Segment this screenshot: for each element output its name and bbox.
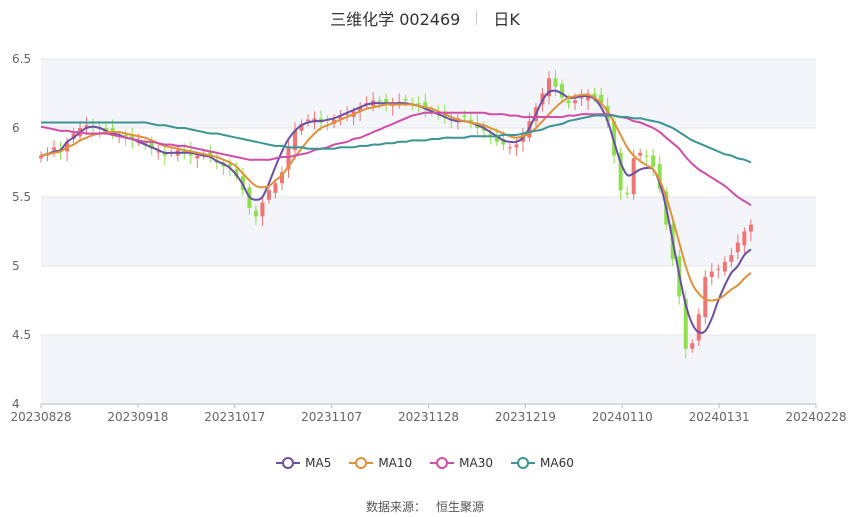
candle-body bbox=[748, 224, 753, 232]
candle-body bbox=[260, 202, 265, 217]
legend-item-ma30[interactable]: MA30 bbox=[430, 456, 493, 470]
candle-body bbox=[716, 268, 721, 270]
candle-body bbox=[625, 192, 630, 195]
chart-legend: MA5 MA10 MA30 MA60 bbox=[0, 456, 850, 470]
candle-body bbox=[253, 210, 258, 217]
candle-body bbox=[462, 115, 467, 117]
candle-body bbox=[703, 277, 708, 318]
x-tick-label: 20231128 bbox=[398, 410, 459, 424]
candle-body bbox=[722, 261, 727, 272]
y-tick-label: 6.5 bbox=[12, 52, 31, 66]
candle bbox=[703, 270, 708, 324]
candle bbox=[618, 147, 623, 200]
y-tick-label: 4.5 bbox=[12, 328, 31, 342]
candle-body bbox=[266, 190, 271, 200]
candle-body bbox=[566, 100, 571, 104]
legend-label: MA30 bbox=[459, 456, 494, 470]
candle bbox=[208, 144, 213, 163]
data-source: 数据来源： 恒生聚源 bbox=[0, 498, 850, 515]
candle bbox=[279, 166, 284, 191]
candle-body bbox=[403, 99, 408, 101]
candle bbox=[696, 308, 701, 347]
legend-item-ma60[interactable]: MA60 bbox=[511, 456, 574, 470]
candle bbox=[39, 151, 43, 163]
candle-body bbox=[553, 78, 558, 87]
x-tick-label: 20231107 bbox=[301, 410, 362, 424]
candle-body bbox=[742, 231, 747, 246]
grid-band bbox=[41, 197, 816, 266]
candle-body bbox=[729, 254, 734, 262]
candle-body bbox=[52, 147, 57, 151]
candle-body bbox=[690, 343, 695, 349]
x-tick-label: 20240131 bbox=[689, 410, 750, 424]
candle-body bbox=[644, 155, 649, 157]
candle-body bbox=[735, 242, 740, 253]
y-tick-label: 5 bbox=[12, 259, 20, 273]
legend-marker bbox=[349, 457, 374, 469]
candle bbox=[709, 263, 714, 286]
candle-body bbox=[573, 100, 578, 104]
candle-body bbox=[579, 97, 584, 99]
candle-body bbox=[651, 155, 656, 167]
legend-label: MA10 bbox=[378, 456, 413, 470]
y-tick-label: 5.5 bbox=[12, 190, 31, 204]
legend-marker bbox=[430, 457, 455, 469]
x-tick-label: 20231017 bbox=[204, 410, 265, 424]
candle-body bbox=[631, 158, 636, 195]
candle bbox=[644, 150, 649, 164]
y-tick-label: 4 bbox=[12, 397, 20, 411]
legend-label: MA5 bbox=[305, 456, 332, 470]
candle bbox=[286, 140, 291, 178]
grid-band bbox=[41, 335, 816, 404]
x-tick-label: 20240228 bbox=[785, 410, 846, 424]
legend-item-ma10[interactable]: MA10 bbox=[349, 456, 412, 470]
legend-label: MA60 bbox=[540, 456, 574, 470]
legend-item-ma5[interactable]: MA5 bbox=[276, 456, 331, 470]
candles bbox=[39, 70, 753, 359]
grid-band bbox=[41, 59, 816, 128]
candlestick-chart: 4 4.5 5 5.5 6 6.5 20230828 20230918 20231017 2023… bbox=[10, 52, 846, 424]
candle-body bbox=[709, 271, 714, 278]
candle-body bbox=[306, 119, 311, 122]
candle bbox=[507, 143, 512, 155]
legend-marker bbox=[276, 457, 301, 469]
source-label: 数据来源： bbox=[365, 500, 426, 514]
candle-body bbox=[696, 314, 701, 341]
candle-body bbox=[377, 100, 382, 102]
x-tick-label: 20231219 bbox=[495, 410, 556, 424]
candle-body bbox=[638, 152, 643, 156]
x-tick-label: 20240110 bbox=[592, 410, 653, 424]
candle bbox=[716, 264, 721, 279]
candle-body bbox=[507, 147, 512, 149]
candle-body bbox=[416, 103, 421, 105]
x-tick-label: 20230828 bbox=[10, 410, 71, 424]
candle-body bbox=[195, 155, 200, 159]
candle-body bbox=[273, 183, 278, 193]
source-provider: 恒生聚源 bbox=[436, 500, 485, 514]
candle bbox=[52, 140, 57, 157]
y-tick-label: 6 bbox=[12, 121, 20, 135]
x-tick-label: 20230918 bbox=[107, 410, 168, 424]
candle bbox=[156, 144, 161, 160]
legend-marker bbox=[511, 457, 536, 469]
candle-body bbox=[514, 144, 519, 148]
